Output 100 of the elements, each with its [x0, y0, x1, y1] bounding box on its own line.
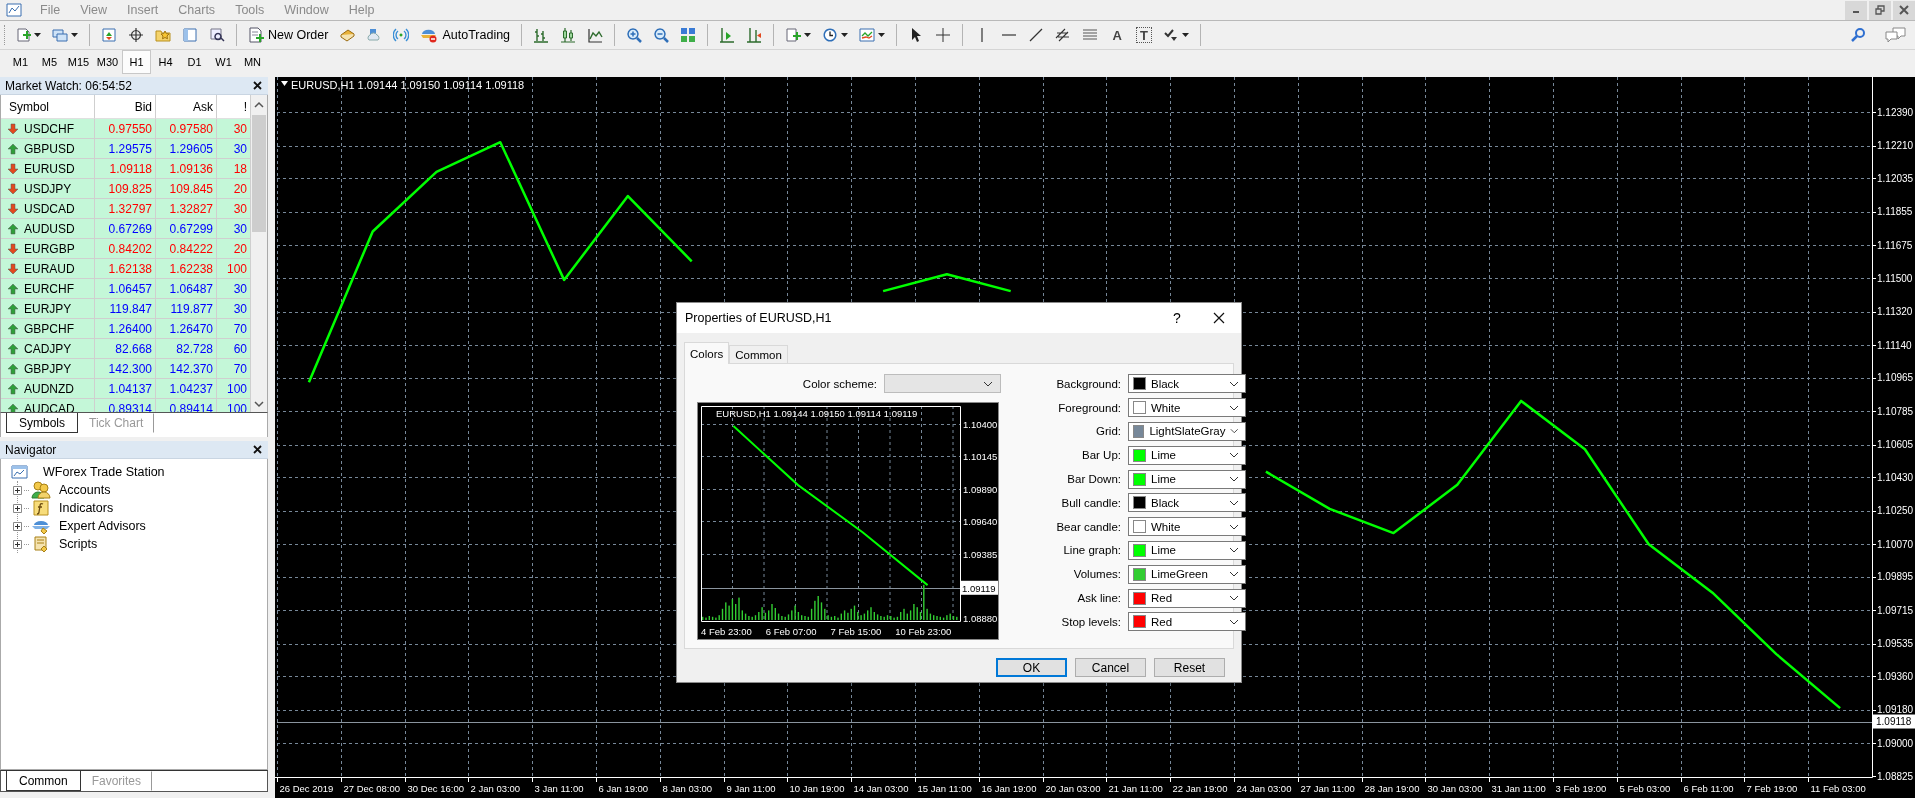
symbol-cell[interactable]: EURCHF	[1, 279, 95, 299]
dialog-button[interactable]: Cancel	[1075, 658, 1146, 677]
symbol-cell[interactable]: EURAUD	[1, 259, 95, 279]
caret-icon	[71, 33, 78, 37]
table-cell: 70	[217, 319, 251, 339]
arrow-up-icon	[7, 222, 19, 235]
color-dropdown[interactable]: Lime	[1128, 469, 1246, 489]
symbol-cell[interactable]: AUDCAD	[1, 399, 95, 412]
expand-icon[interactable]	[13, 485, 22, 495]
close-icon[interactable]	[253, 445, 262, 454]
expand-icon[interactable]	[13, 503, 22, 513]
new-order-button[interactable]: New Order	[244, 23, 333, 47]
axis-label: 27 Jan 11:00	[1300, 783, 1355, 794]
symbol-cell[interactable]: EURUSD	[1, 159, 95, 179]
text-label-tool-button[interactable]: T	[1136, 27, 1153, 43]
color-dropdown[interactable]: LightSlateGray	[1128, 422, 1246, 441]
color-dropdown[interactable]: Black	[1128, 374, 1246, 394]
axis-label: 1.09180	[1877, 704, 1914, 716]
color-dropdown[interactable]: Lime	[1128, 445, 1246, 465]
restore-icon	[1875, 5, 1885, 15]
symbol-cell[interactable]: USDCHF	[1, 119, 95, 139]
timeframe-tab[interactable]: D1	[180, 50, 209, 74]
table-cell: 82.668	[95, 339, 156, 359]
minimize-button[interactable]	[1845, 0, 1867, 20]
column-header[interactable]: Ask	[156, 95, 217, 119]
app-icon[interactable]	[6, 2, 22, 18]
tree-item[interactable]: Accounts	[59, 483, 111, 497]
column-header[interactable]: !	[217, 95, 251, 119]
color-dropdown[interactable]: Lime	[1128, 540, 1246, 560]
field-label: Foreground:	[1057, 401, 1121, 414]
timeframe-tab[interactable]: M1	[6, 50, 35, 74]
tree-item[interactable]: Indicators	[59, 501, 114, 515]
table-cell: 1.06457	[95, 279, 156, 299]
scroll-up-icon[interactable]	[254, 101, 264, 109]
tree-item[interactable]: Scripts	[59, 537, 98, 551]
timeframe-tab[interactable]: H4	[151, 50, 180, 74]
symbol-cell[interactable]: EURGBP	[1, 239, 95, 259]
field-label: Grid:	[1095, 425, 1121, 438]
caret-icon[interactable]	[281, 81, 288, 86]
color-dropdown[interactable]: White	[1128, 398, 1246, 418]
text-tool-button[interactable]: A	[1105, 23, 1130, 47]
axis-label: 1.10145	[963, 451, 998, 463]
axis-label: 1.09000	[1877, 738, 1914, 749]
help-button[interactable]: ?	[1157, 303, 1197, 333]
axis-label: 1.11500	[1877, 272, 1913, 284]
expand-icon[interactable]	[13, 539, 22, 549]
expand-icon[interactable]	[13, 521, 22, 531]
tree-item[interactable]: Expert Advisors	[59, 519, 146, 533]
table-cell: 0.97580	[156, 119, 217, 139]
symbol-cell[interactable]: USDCAD	[1, 199, 95, 219]
table-cell: 100	[217, 379, 251, 399]
timeframe-tab[interactable]: MN	[238, 50, 267, 74]
close-button[interactable]	[1893, 0, 1915, 20]
color-scheme-dropdown[interactable]	[884, 374, 1001, 393]
close-icon[interactable]	[253, 81, 262, 90]
column-header[interactable]: Symbol	[1, 95, 95, 119]
axis-label: 4 Feb 23:00	[701, 626, 752, 637]
symbol-cell[interactable]: USDJPY	[1, 179, 95, 199]
symbol-cell[interactable]: AUDNZD	[1, 379, 95, 399]
dialog-tab[interactable]: Common	[729, 345, 788, 363]
symbol-cell[interactable]: GBPJPY	[1, 359, 95, 379]
restore-button[interactable]	[1869, 0, 1891, 20]
symbol-cell[interactable]: GBPCHF	[1, 319, 95, 339]
timeframe-tab[interactable]: M5	[35, 50, 64, 74]
axis-label: 3 Feb 19:00	[1555, 783, 1607, 794]
timeframe-tab[interactable]: H1	[122, 50, 151, 74]
timeframe-tab[interactable]: M15	[64, 50, 93, 74]
color-dropdown[interactable]: LimeGreen	[1128, 564, 1246, 584]
timeframe-tab[interactable]: M30	[93, 50, 122, 74]
dialog-tab[interactable]: Colors	[684, 342, 730, 364]
axis-label: 20 Jan 03:00	[1045, 783, 1101, 794]
arrows-icon	[101, 27, 117, 43]
symbol-cell[interactable]: CADJPY	[1, 339, 95, 359]
symbol-cell[interactable]: EURJPY	[1, 299, 95, 319]
column-header[interactable]: Bid	[95, 95, 156, 119]
symbol-cell[interactable]: AUDUSD	[1, 219, 95, 239]
table-cell: 142.300	[95, 359, 156, 379]
axis-label: 1.10965	[1877, 372, 1914, 384]
color-dropdown[interactable]: Red	[1128, 612, 1246, 632]
dialog-button[interactable]: Reset	[1154, 658, 1225, 677]
ok-button[interactable]: OK	[996, 658, 1067, 677]
field-label: Bar Up:	[1081, 449, 1121, 462]
chat-icon[interactable]	[1885, 27, 1907, 43]
autotrading-button[interactable]: AutoTrading	[416, 23, 515, 47]
signal-icon	[393, 27, 410, 43]
tree-item[interactable]: WForex Trade Station	[43, 465, 165, 479]
color-dropdown[interactable]: Black	[1128, 493, 1246, 513]
color-dropdown[interactable]: White	[1128, 517, 1246, 537]
fibonacci-icon	[1082, 27, 1099, 43]
axis-label: 1.10785	[1877, 405, 1914, 417]
field-label: Stop levels:	[1060, 615, 1121, 628]
scroll-down-icon[interactable]	[254, 400, 264, 408]
panel-tab[interactable]: Common	[6, 771, 81, 791]
scrollbar[interactable]	[251, 95, 267, 412]
timeframe-tab[interactable]: W1	[209, 50, 238, 74]
color-dropdown[interactable]: Red	[1128, 588, 1246, 608]
panel-tab[interactable]: Symbols	[6, 413, 78, 433]
table-cell: 20	[217, 179, 251, 199]
symbol-cell[interactable]: GBPUSD	[1, 139, 95, 159]
search-icon[interactable]	[1850, 27, 1866, 43]
